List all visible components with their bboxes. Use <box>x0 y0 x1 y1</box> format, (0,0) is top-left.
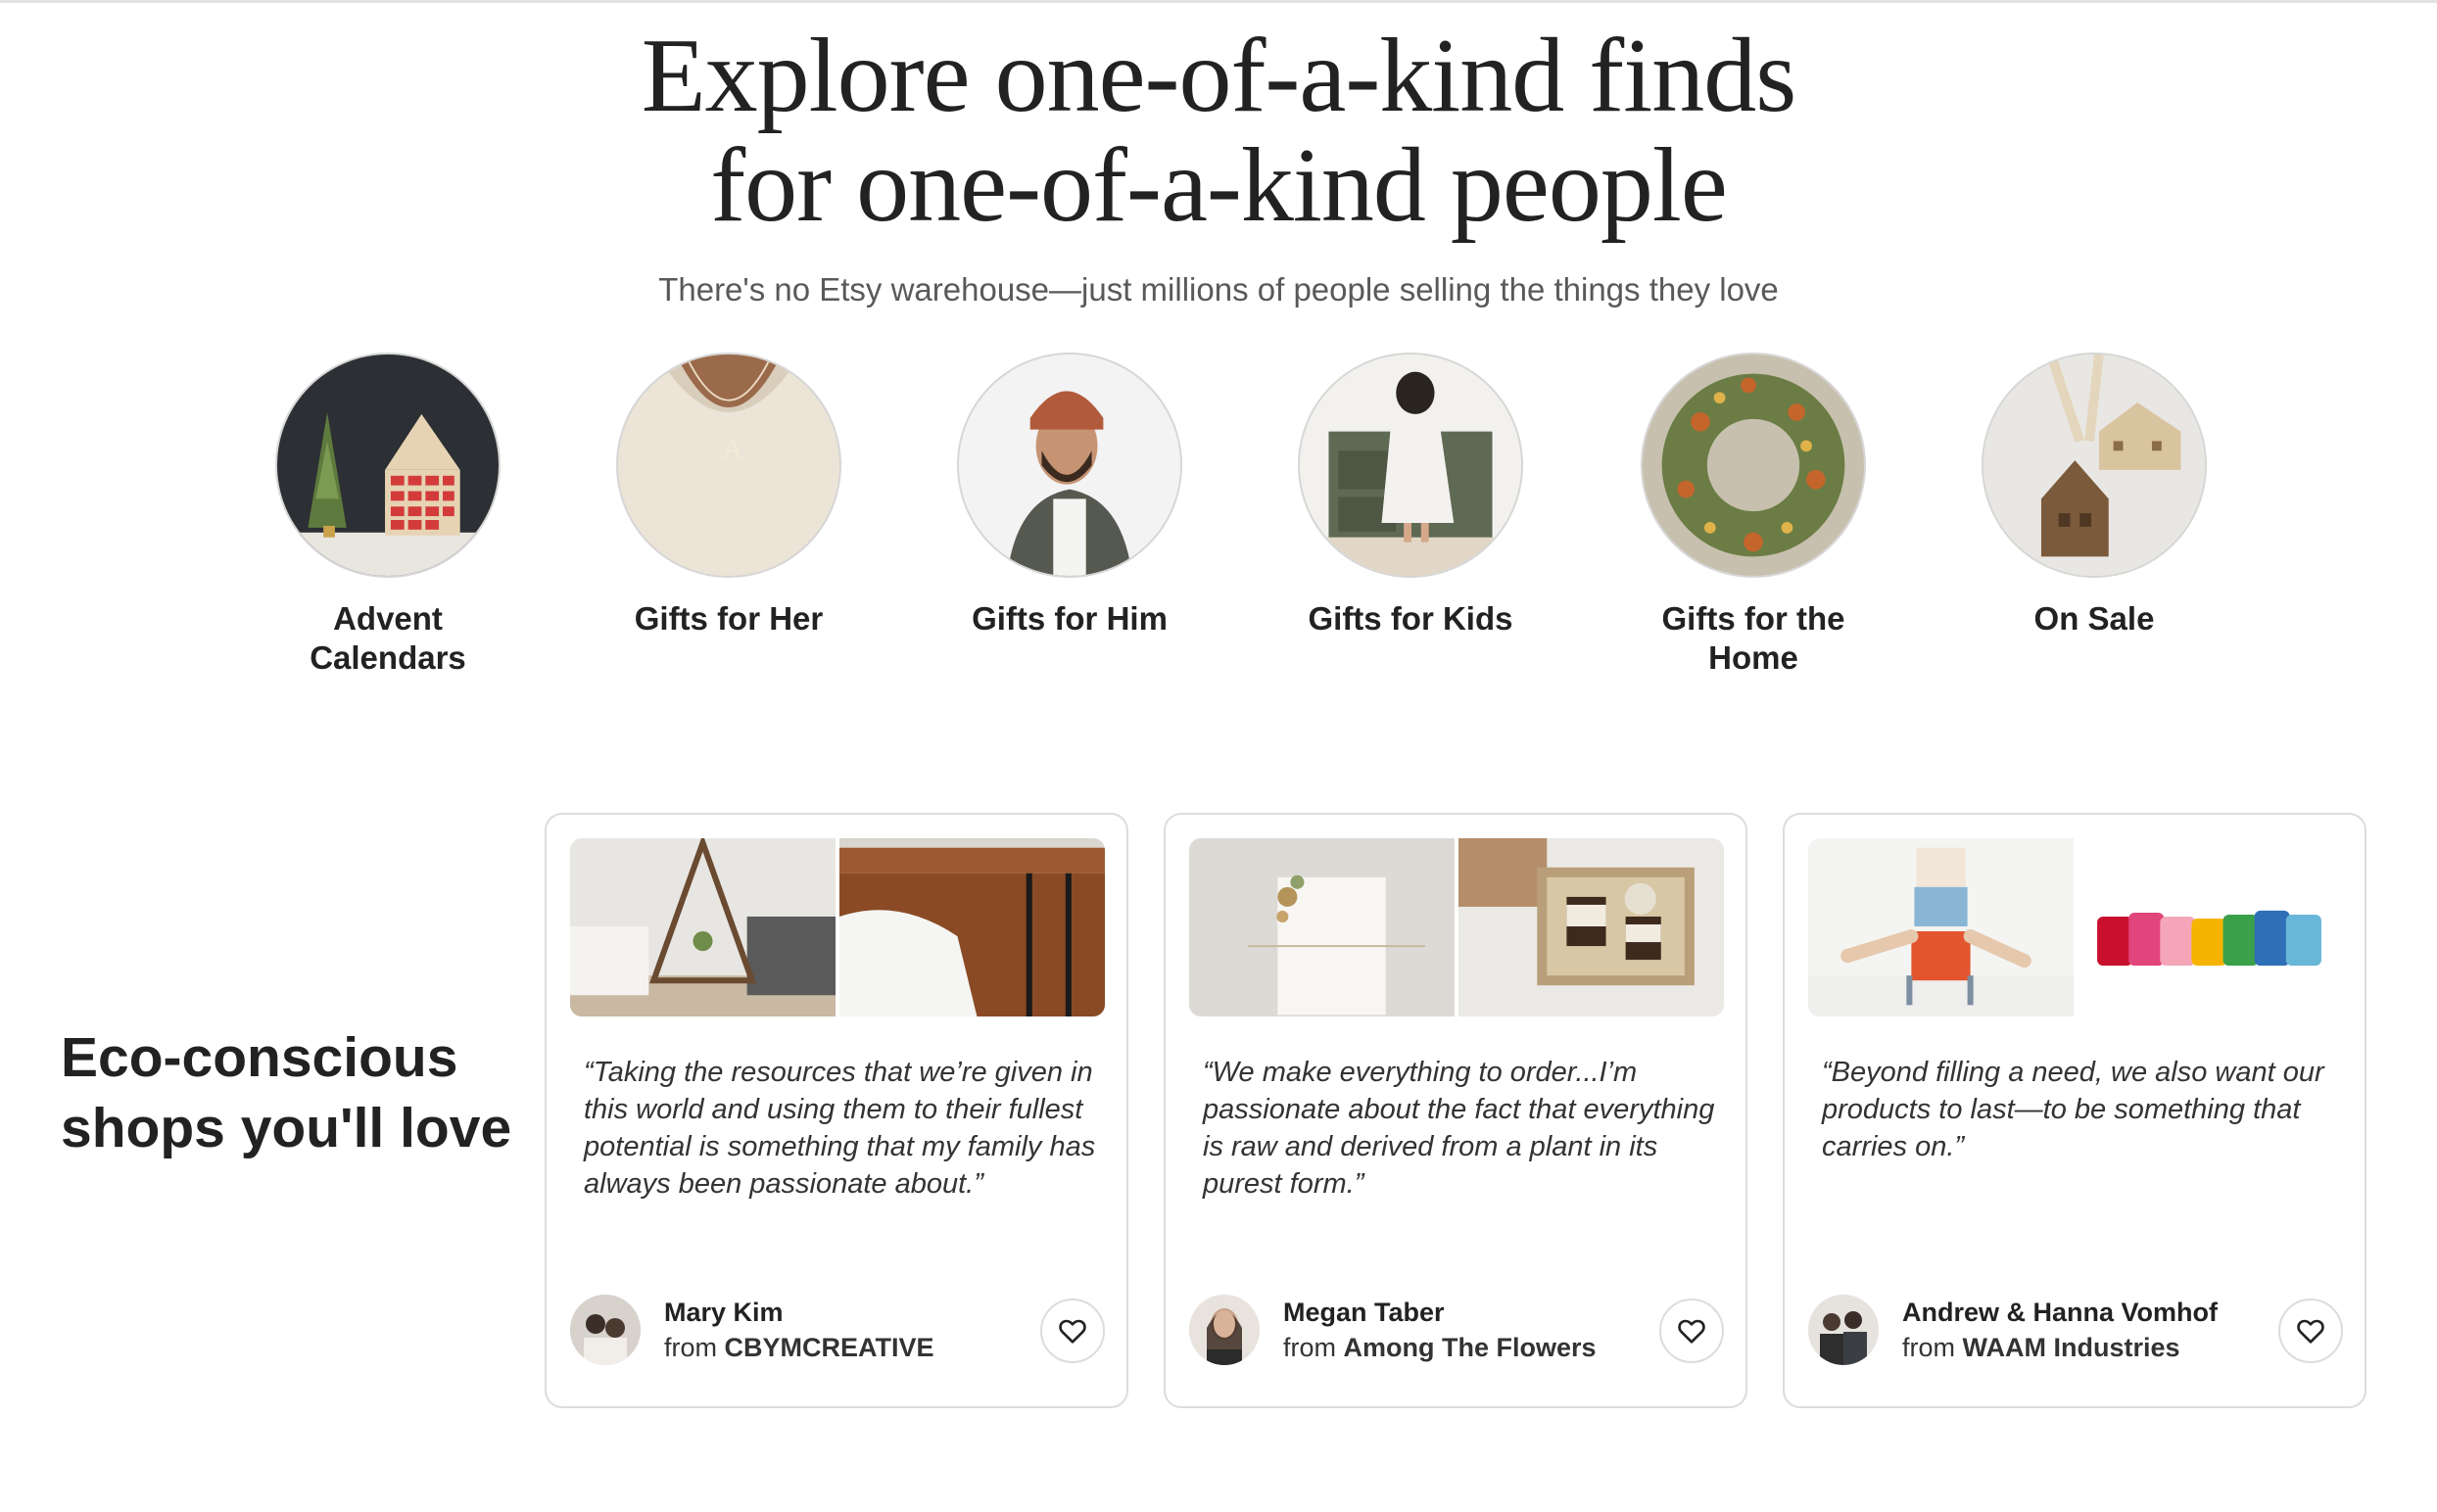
wreath-photo <box>1641 353 1866 578</box>
category-on-sale[interactable]: On Sale <box>1957 353 2231 638</box>
plant-hanger-photo <box>570 838 836 1016</box>
play-kitchen-photo <box>1298 353 1523 578</box>
seller-name[interactable]: Mary Kim <box>664 1295 934 1330</box>
from-prefix: from <box>664 1333 725 1362</box>
shop-quote: “Taking the resources that we’re given i… <box>584 1057 1096 1200</box>
svg-text:A: A <box>722 434 743 465</box>
seller-shop-line: from Among The Flowers <box>1283 1330 1597 1365</box>
shop-card[interactable]: “Beyond filling a need, we also want our… <box>1783 813 2366 1408</box>
category-gifts-for-him[interactable]: Gifts for Him <box>932 353 1207 638</box>
card-images <box>570 838 1105 1016</box>
seller-avatar[interactable] <box>570 1295 641 1365</box>
seller-info: Megan Taber from Among The Flowers <box>1189 1293 1724 1367</box>
hero-title: Explore one-of-a-kind finds for one-of-a… <box>0 22 2437 241</box>
seller-name[interactable]: Andrew & Hanna Vomhof <box>1902 1295 2218 1330</box>
hero-title-line2: for one-of-a-kind people <box>710 127 1728 244</box>
seller-text: Mary Kim from CBYMCREATIVE <box>664 1295 934 1365</box>
top-divider <box>0 0 2437 3</box>
category-advent-calendars[interactable]: Advent Calendars <box>251 353 525 678</box>
category-label: Advent Calendars <box>310 600 466 676</box>
hero-title-line1: Explore one-of-a-kind finds <box>641 18 1797 134</box>
category-label: Gifts for Kids <box>1308 600 1513 637</box>
category-row: Advent Calendars A Gifts for Her Gifts f… <box>251 353 2207 695</box>
shop-card[interactable]: “We make everything to order...I’m passi… <box>1164 813 1747 1408</box>
shop-name-link[interactable]: Among The Flowers <box>1344 1333 1597 1362</box>
category-gifts-for-her[interactable]: A Gifts for Her <box>592 353 866 638</box>
advent-calendar-photo <box>275 353 501 578</box>
necklace-photo: A <box>616 353 841 578</box>
seller-name[interactable]: Megan Taber <box>1283 1295 1597 1330</box>
category-label: Gifts for Her <box>634 600 824 637</box>
shop-quote: “Beyond filling a need, we also want our… <box>1822 1057 2324 1162</box>
gift-box-candles-photo <box>1458 838 1724 1016</box>
house-ornament-photo <box>1982 353 2207 578</box>
seller-text: Andrew & Hanna Vomhof from WAAM Industri… <box>1902 1295 2218 1365</box>
category-label: Gifts for the Home <box>1661 600 1845 676</box>
seller-info: Mary Kim from CBYMCREATIVE <box>570 1293 1105 1367</box>
eco-section-title: Eco-conscious shops you'll love <box>61 1026 512 1159</box>
colorful-bags-photo <box>2078 838 2343 1016</box>
category-gifts-for-the-home[interactable]: Gifts for the Home <box>1616 353 1890 678</box>
category-label: Gifts for Him <box>972 600 1168 637</box>
seller-avatar[interactable] <box>1808 1295 1879 1365</box>
hero-subtitle: There's no Etsy warehouse—just millions … <box>658 271 1779 307</box>
shop-name-link[interactable]: CBYMCREATIVE <box>725 1333 934 1362</box>
heart-icon <box>1059 1319 1086 1344</box>
shop-name-link[interactable]: WAAM Industries <box>1963 1333 2180 1362</box>
shop-card[interactable]: “Taking the resources that we’re given i… <box>545 813 1128 1408</box>
from-prefix: from <box>1902 1333 1963 1362</box>
wood-table-photo <box>839 838 1105 1016</box>
heart-icon <box>2297 1319 2324 1344</box>
heart-icon <box>1678 1319 1705 1344</box>
child-chair-photo <box>1808 838 2074 1016</box>
seller-shop-line: from WAAM Industries <box>1902 1330 2218 1365</box>
seller-avatar[interactable] <box>1189 1295 1260 1365</box>
card-images <box>1189 838 1724 1016</box>
card-images <box>1808 838 2343 1016</box>
seller-text: Megan Taber from Among The Flowers <box>1283 1295 1597 1365</box>
seller-shop-line: from CBYMCREATIVE <box>664 1330 934 1365</box>
journal-bouquet-photo <box>1189 838 1455 1016</box>
seller-info: Andrew & Hanna Vomhof from WAAM Industri… <box>1808 1293 2343 1367</box>
favorite-button[interactable] <box>2278 1299 2343 1363</box>
favorite-button[interactable] <box>1659 1299 1724 1363</box>
man-beanie-photo <box>957 353 1182 578</box>
category-label: On Sale <box>2033 600 2155 637</box>
shop-quote: “We make everything to order...I’m passi… <box>1203 1057 1715 1200</box>
category-gifts-for-kids[interactable]: Gifts for Kids <box>1273 353 1548 638</box>
favorite-button[interactable] <box>1040 1299 1105 1363</box>
from-prefix: from <box>1283 1333 1344 1362</box>
